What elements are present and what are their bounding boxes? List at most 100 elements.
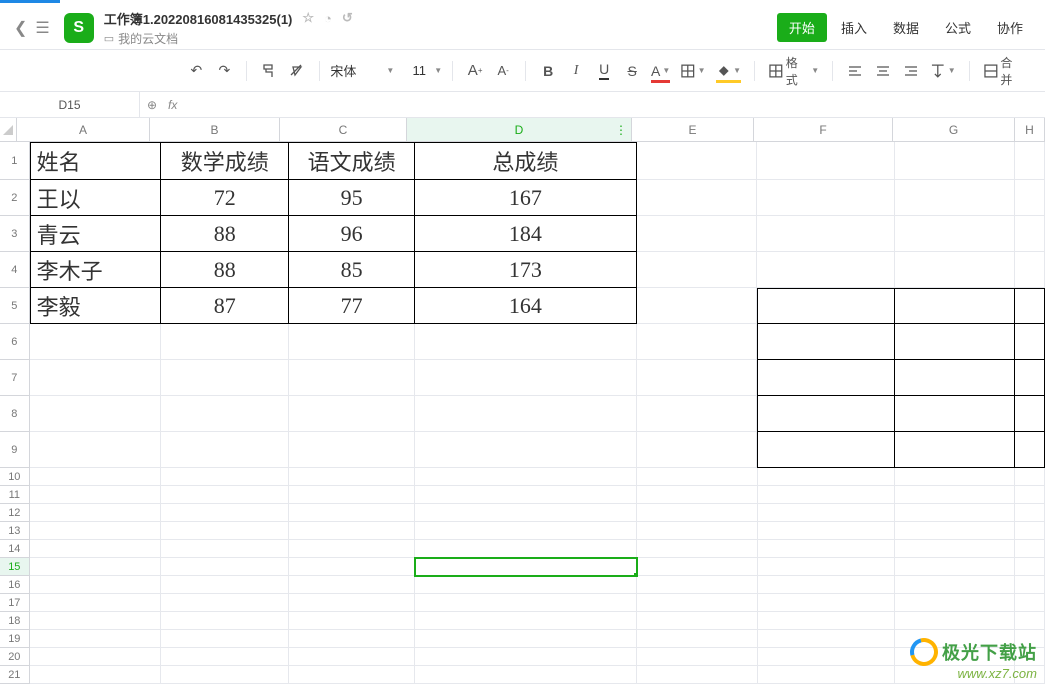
cell[interactable] (289, 468, 414, 486)
cell[interactable] (30, 324, 161, 360)
cell[interactable]: 总成绩 (415, 142, 637, 180)
cell[interactable] (637, 648, 758, 666)
cell[interactable] (1015, 288, 1045, 324)
cell[interactable] (758, 522, 895, 540)
cell[interactable]: 87 (161, 288, 289, 324)
cell[interactable] (757, 324, 894, 360)
cell[interactable] (415, 612, 637, 630)
spreadsheet-grid[interactable]: ABCD⋮EFGH 1姓名数学成绩语文成绩总成绩2王以72951673青云889… (0, 118, 1045, 689)
cell[interactable] (30, 468, 161, 486)
cell[interactable]: 88 (161, 252, 289, 288)
cell[interactable] (30, 360, 161, 396)
cell[interactable] (1015, 360, 1045, 396)
merge-button[interactable]: 合并 (980, 57, 1027, 85)
cell[interactable] (415, 648, 637, 666)
cell[interactable] (1015, 522, 1045, 540)
cell[interactable] (289, 324, 414, 360)
cell[interactable] (415, 558, 637, 576)
cell[interactable] (415, 324, 637, 360)
cell[interactable] (30, 576, 161, 594)
row-header-8[interactable]: 8 (0, 396, 30, 432)
cell[interactable] (1015, 630, 1045, 648)
cell[interactable] (758, 558, 895, 576)
cell[interactable] (289, 576, 414, 594)
cell[interactable] (637, 666, 758, 684)
cell[interactable] (161, 594, 289, 612)
cell[interactable] (289, 666, 414, 684)
cell[interactable]: 王以 (30, 180, 161, 216)
row-header-14[interactable]: 14 (0, 540, 30, 558)
column-header-H[interactable]: H (1015, 118, 1045, 142)
cell[interactable] (637, 252, 758, 288)
cell[interactable] (895, 504, 1016, 522)
format-painter-button[interactable] (257, 57, 281, 85)
cell[interactable] (30, 648, 161, 666)
bold-button[interactable]: B (536, 57, 560, 85)
cell[interactable] (895, 486, 1016, 504)
column-header-E[interactable]: E (632, 118, 754, 142)
column-header-F[interactable]: F (754, 118, 893, 142)
align-left-button[interactable] (843, 57, 867, 85)
cell[interactable]: 173 (415, 252, 637, 288)
cell[interactable] (757, 142, 894, 180)
cell[interactable] (30, 612, 161, 630)
redo-button[interactable]: ↷ (212, 57, 236, 85)
cell[interactable] (895, 142, 1016, 180)
tab-start[interactable]: 开始 (777, 13, 827, 42)
cell[interactable] (758, 648, 895, 666)
cell[interactable] (757, 360, 894, 396)
row-header-11[interactable]: 11 (0, 486, 30, 504)
cell[interactable] (758, 468, 895, 486)
cell[interactable] (289, 630, 414, 648)
cell[interactable] (637, 142, 758, 180)
row-header-18[interactable]: 18 (0, 612, 30, 630)
cell[interactable] (895, 612, 1016, 630)
cell[interactable] (895, 558, 1016, 576)
cell[interactable] (895, 432, 1016, 468)
cell[interactable] (758, 612, 895, 630)
formula-input[interactable] (181, 92, 1045, 117)
cell[interactable] (415, 630, 637, 648)
decrease-font-button[interactable]: A- (491, 57, 515, 85)
cell[interactable]: 数学成绩 (161, 142, 289, 180)
row-header-4[interactable]: 4 (0, 252, 30, 288)
cell[interactable] (30, 432, 161, 468)
font-size-select[interactable]: 11 (408, 63, 430, 78)
cell[interactable] (895, 216, 1016, 252)
align-center-button[interactable] (871, 57, 895, 85)
font-family-select[interactable]: 宋体 (330, 61, 382, 80)
cell[interactable] (758, 594, 895, 612)
cell[interactable] (637, 630, 758, 648)
cell[interactable] (637, 180, 758, 216)
row-header-9[interactable]: 9 (0, 432, 30, 468)
cell[interactable] (161, 630, 289, 648)
cell[interactable]: 96 (289, 216, 414, 252)
cell[interactable] (30, 666, 161, 684)
cell[interactable] (30, 630, 161, 648)
cell[interactable] (30, 504, 161, 522)
cell[interactable] (415, 396, 637, 432)
expand-fx-icon[interactable]: ⊕ (140, 98, 164, 112)
cell[interactable] (161, 504, 289, 522)
star-icon[interactable]: ☆ (302, 10, 314, 26)
row-header-20[interactable]: 20 (0, 648, 30, 666)
row-header-15[interactable]: 15 (0, 558, 30, 576)
cell[interactable] (758, 666, 895, 684)
font-color-button[interactable]: A▼ (648, 57, 673, 85)
chevron-down-icon[interactable]: ▼ (386, 66, 394, 75)
cell[interactable]: 李毅 (30, 288, 161, 324)
cell[interactable] (637, 522, 758, 540)
cell[interactable]: 164 (415, 288, 637, 324)
cell[interactable] (289, 504, 414, 522)
row-header-3[interactable]: 3 (0, 216, 30, 252)
row-header-12[interactable]: 12 (0, 504, 30, 522)
cell[interactable] (415, 594, 637, 612)
cell[interactable]: 88 (161, 216, 289, 252)
cell[interactable] (637, 324, 758, 360)
cell[interactable] (30, 486, 161, 504)
cell[interactable] (757, 288, 894, 324)
cell[interactable] (161, 360, 289, 396)
clear-format-button[interactable] (285, 57, 309, 85)
cell[interactable] (895, 666, 1016, 684)
cell[interactable] (289, 522, 414, 540)
